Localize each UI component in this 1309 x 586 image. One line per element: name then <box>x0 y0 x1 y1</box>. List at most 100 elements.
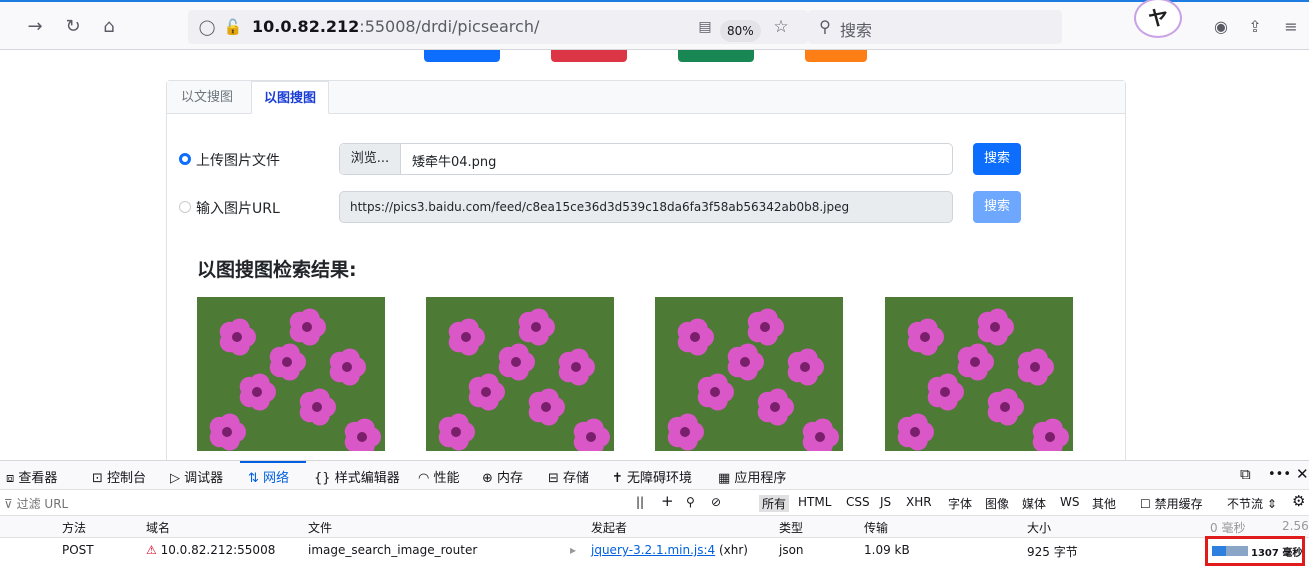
result-image-2[interactable] <box>426 297 614 451</box>
insecure-lock-icon[interactable]: 🔓 <box>222 16 244 38</box>
col-transferred[interactable]: 传输 <box>864 519 888 536</box>
search-bar[interactable]: ⚲ 搜索 <box>808 10 1062 44</box>
result-image-1[interactable] <box>197 297 385 451</box>
filter-images[interactable]: 图像 <box>985 495 1009 512</box>
top-button-red[interactable] <box>551 50 627 62</box>
filter-xhr[interactable]: XHR <box>906 495 932 509</box>
reader-view-icon[interactable]: ▤ <box>694 16 716 38</box>
col-type[interactable]: 类型 <box>779 519 803 536</box>
shield-icon[interactable]: ◯ <box>196 16 218 38</box>
url-option-label: 输入图片URL <box>196 201 280 217</box>
search-placeholder: 搜索 <box>840 21 873 40</box>
filter-other[interactable]: 其他 <box>1092 495 1116 512</box>
tab-accessibility[interactable]: ✝ 无障碍环境 <box>612 467 692 486</box>
request-method: POST <box>62 543 94 557</box>
reload-icon[interactable]: ↻ <box>62 16 84 38</box>
devtools-panel: ⧈ 查看器 ⊡ 控制台 ▷ 调试器 ⇅ 网络 {} 样式编辑器 ◠ 性能 ⊕ 内… <box>0 460 1309 586</box>
search-button-upload[interactable]: 搜索 <box>973 143 1021 175</box>
clear-icon[interactable]: ⊘ <box>711 495 721 509</box>
network-filter-bar: ⊽ 过滤 URL || + ⚲ ⊘ 所有 HTML CSS JS XHR 字体 … <box>0 490 1309 516</box>
tab-debugger[interactable]: ▷ 调试器 <box>170 467 223 486</box>
top-button-orange[interactable] <box>805 50 867 62</box>
col-method[interactable]: 方法 <box>62 519 86 536</box>
search-tabs: 以文搜图 以图搜图 <box>167 81 1125 114</box>
filter-ws[interactable]: WS <box>1060 495 1079 509</box>
request-file: image_search_image_router <box>308 543 478 557</box>
browser-toolbar: → ↻ ⌂ ◯ 🔓 10.0.82.212:55008/drdi/picsear… <box>0 0 1309 50</box>
image-url-input[interactable]: https://pics3.baidu.com/feed/c8ea15ce36d… <box>339 191 953 223</box>
request-type: json <box>779 543 804 557</box>
forward-icon[interactable]: → <box>24 16 46 38</box>
devtools-tabs: ⧈ 查看器 ⊡ 控制台 ▷ 调试器 ⇅ 网络 {} 样式编辑器 ◠ 性能 ⊕ 内… <box>0 461 1309 490</box>
dock-icon[interactable]: ⧉ <box>1240 465 1251 483</box>
request-initiator[interactable]: jquery-3.2.1.min.js:4 (xhr) <box>591 543 748 557</box>
top-button-blue[interactable] <box>424 50 500 62</box>
timing-bar-receive <box>1226 546 1248 556</box>
file-input[interactable]: 浏览... 矮牵牛04.png <box>339 143 953 175</box>
search-card: 以文搜图 以图搜图 上传图片文件 浏览... 矮牵牛04.png 搜索 输入图片… <box>166 80 1126 460</box>
request-domain: ⚠ 10.0.82.212:55008 <box>146 543 276 557</box>
tab-network[interactable]: ⇅ 网络 <box>248 467 289 486</box>
search-icon: ⚲ <box>819 17 831 36</box>
url-text[interactable]: 10.0.82.212:55008/drdi/picsearch/ <box>252 17 539 36</box>
insecure-icon: ⚠ <box>146 543 157 557</box>
initiator-icon: ▸ <box>570 543 577 557</box>
filter-js[interactable]: JS <box>880 495 891 509</box>
tab-performance[interactable]: ◠ 性能 <box>418 467 460 486</box>
col-domain[interactable]: 域名 <box>146 519 170 536</box>
bookmark-star-icon[interactable]: ☆ <box>770 16 792 38</box>
address-bar[interactable]: ◯ 🔓 10.0.82.212:55008/drdi/picsearch/ ▤ … <box>188 10 808 44</box>
browse-button[interactable]: 浏览... <box>340 144 401 174</box>
image-url-value: https://pics3.baidu.com/feed/c8ea15ce36d… <box>350 200 850 214</box>
filter-html[interactable]: HTML <box>798 495 831 509</box>
timing-label: 1307 毫秒 <box>1251 548 1303 559</box>
close-icon[interactable]: ✕ <box>1296 465 1309 483</box>
page-content: 以文搜图 以图搜图 上传图片文件 浏览... 矮牵牛04.png 搜索 输入图片… <box>0 50 1309 460</box>
tab-image-search[interactable]: 以图搜图 <box>251 81 330 114</box>
extension-logo-icon[interactable]: ヤ <box>1134 0 1182 38</box>
search-requests-icon[interactable]: ⚲ <box>686 495 695 509</box>
result-image-4[interactable] <box>885 297 1073 451</box>
share-icon[interactable]: ⇪ <box>1244 16 1266 38</box>
file-name: 矮牵牛04.png <box>412 155 497 170</box>
account-icon[interactable]: ◉ <box>1210 16 1232 38</box>
tab-storage[interactable]: ⊟ 存储 <box>548 467 589 486</box>
radio-upload[interactable] <box>179 153 191 165</box>
pause-icon[interactable]: || <box>636 495 644 509</box>
search-button-url[interactable]: 搜索 <box>973 191 1021 223</box>
tab-style-editor[interactable]: {} 样式编辑器 <box>314 467 400 486</box>
filter-css[interactable]: CSS <box>846 495 870 509</box>
tab-inspector[interactable]: ⧈ 查看器 <box>6 467 57 486</box>
filter-media[interactable]: 媒体 <box>1022 495 1046 512</box>
menu-icon[interactable]: ≡ <box>1280 16 1302 38</box>
timing-bar-wait <box>1212 546 1226 556</box>
home-icon[interactable]: ⌂ <box>98 16 120 38</box>
filter-url-input[interactable]: ⊽ 过滤 URL <box>4 495 68 512</box>
col-timeline-end: 2.56 <box>1282 519 1309 533</box>
result-image-3[interactable] <box>655 297 843 451</box>
tab-application[interactable]: ▦ 应用程序 <box>718 467 786 486</box>
settings-gear-icon[interactable]: ⚙ <box>1292 492 1305 510</box>
top-button-green[interactable] <box>678 50 754 62</box>
add-icon[interactable]: + <box>661 492 674 510</box>
tab-memory[interactable]: ⊕ 内存 <box>482 467 523 486</box>
active-tab-indicator <box>240 461 306 463</box>
filter-all[interactable]: 所有 <box>759 495 790 512</box>
radio-url[interactable] <box>179 201 191 213</box>
upload-option-label: 上传图片文件 <box>196 153 280 169</box>
col-initiator[interactable]: 发起者 <box>591 519 627 536</box>
disable-cache-checkbox[interactable]: ☐ 禁用缓存 <box>1140 495 1203 512</box>
request-table-header: 方法 域名 文件 发起者 类型 传输 大小 0 毫秒 2.56 <box>0 516 1309 538</box>
zoom-level[interactable]: 80% <box>720 20 761 42</box>
request-size: 925 字节 <box>1027 545 1078 559</box>
col-timeline-start: 0 毫秒 <box>1210 521 1246 535</box>
col-file[interactable]: 文件 <box>308 519 332 536</box>
table-row[interactable]: POST ⚠ 10.0.82.212:55008 image_search_im… <box>0 538 1309 562</box>
throttle-select[interactable]: 不节流 ⇕ <box>1227 495 1277 512</box>
col-size[interactable]: 大小 <box>1027 519 1051 536</box>
request-transferred: 1.09 kB <box>864 543 910 557</box>
tab-console[interactable]: ⊡ 控制台 <box>92 467 146 486</box>
more-icon[interactable]: ••• <box>1268 467 1291 482</box>
tab-text-search[interactable]: 以文搜图 <box>169 81 245 114</box>
filter-fonts[interactable]: 字体 <box>948 495 972 512</box>
